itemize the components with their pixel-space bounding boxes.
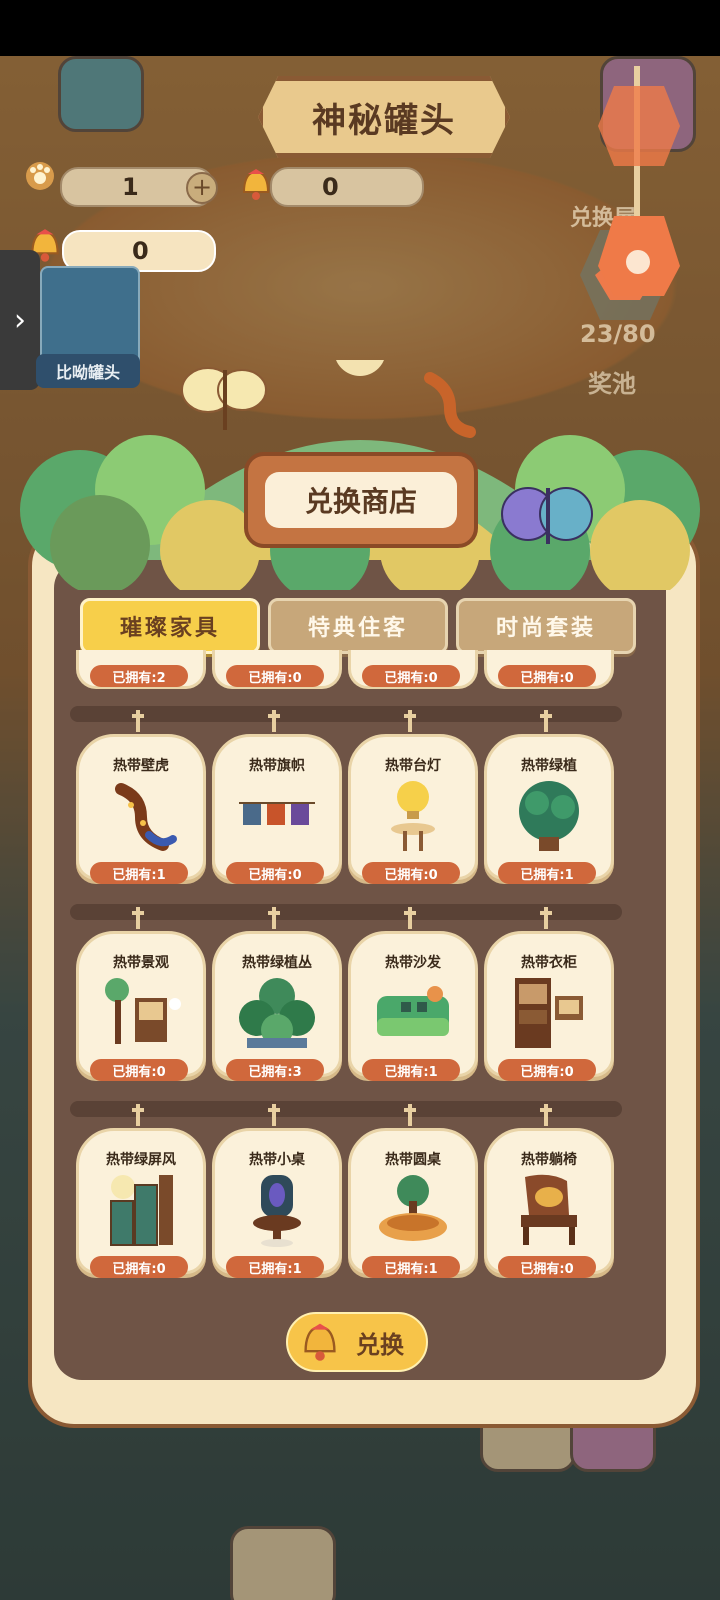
- item-card[interactable]: 热带躺椅: [484, 1128, 614, 1274]
- exchange-button-label: 兑换: [356, 1330, 404, 1359]
- hanging-hook-icon: [268, 1104, 280, 1126]
- owned-badge: 已拥有:1: [362, 1059, 460, 1081]
- owned-badge: 已拥有:0: [90, 1059, 188, 1081]
- item-name: 热带衣柜: [521, 955, 577, 971]
- hanging-tag-icon: [598, 66, 680, 296]
- tab-fashion-sets[interactable]: 时尚套装: [456, 598, 636, 654]
- lounge-chair-icon: [521, 1174, 577, 1245]
- hanging-hook-icon: [540, 907, 552, 929]
- bell-icon: [304, 1323, 336, 1361]
- item-card[interactable]: 热带台灯: [348, 734, 478, 880]
- owned-badge: 已拥有:0: [226, 665, 324, 687]
- hanging-hook-icon: [268, 710, 280, 732]
- tab-dazzling-furniture[interactable]: 璀璨家具: [80, 598, 260, 654]
- hanging-hook-icon: [132, 710, 144, 732]
- owned-badge: 已拥有:0: [226, 862, 324, 884]
- item-name: 热带绿植: [521, 758, 577, 774]
- butterfly-icon: [181, 367, 267, 430]
- item-card[interactable]: 热带衣柜: [484, 931, 614, 1077]
- shop-sign: 兑换商店: [244, 452, 478, 548]
- owned-badge: 已拥有:0: [362, 665, 460, 687]
- item-name: 热带台灯: [385, 758, 441, 774]
- plant-cluster-icon: [239, 978, 315, 1048]
- bell-counter: 0: [270, 167, 424, 207]
- exchange-button[interactable]: 兑换: [286, 1312, 428, 1372]
- lamp-icon: [391, 781, 435, 851]
- item-card[interactable]: 热带绿植: [484, 734, 614, 880]
- flag-bunting-icon: [239, 802, 315, 825]
- chevron-right-icon: ›: [14, 302, 26, 338]
- item-card[interactable]: 热带绿屏风: [76, 1128, 206, 1274]
- owned-badge: 已拥有:2: [90, 665, 188, 687]
- owned-badge: 已拥有:1: [90, 862, 188, 884]
- item-card[interactable]: 热带绿植丛: [212, 931, 342, 1077]
- owned-badge: 已拥有:0: [498, 1059, 596, 1081]
- owned-badge: 已拥有:0: [498, 665, 596, 687]
- hanging-hook-icon: [268, 907, 280, 929]
- owned-badge: 已拥有:1: [226, 1256, 324, 1278]
- landscape-icon: [105, 978, 181, 1044]
- screen-icon: [110, 1175, 173, 1246]
- sofa-icon: [377, 986, 449, 1036]
- bell-count: 0: [322, 173, 339, 201]
- owned-badge: 已拥有:0: [90, 1256, 188, 1278]
- owned-badge: 已拥有:0: [362, 862, 460, 884]
- item-name: 热带壁虎: [113, 758, 169, 774]
- hanging-hook-icon: [404, 907, 416, 929]
- owned-badge: 已拥有:1: [362, 1256, 460, 1278]
- tab-special-residents[interactable]: 特典住客: [268, 598, 448, 654]
- hanging-hook-icon: [132, 1104, 144, 1126]
- hanging-hook-icon: [132, 907, 144, 929]
- item-name: 热带景观: [113, 955, 169, 971]
- bell-balance-value: 0: [132, 237, 149, 265]
- round-table-icon: [379, 1175, 447, 1241]
- item-card[interactable]: 热带沙发: [348, 931, 478, 1077]
- wardrobe-icon: [515, 978, 583, 1048]
- small-table-icon: [253, 1175, 301, 1247]
- item-card[interactable]: 热带小桌: [212, 1128, 342, 1274]
- add-ticket-button[interactable]: +: [186, 172, 218, 204]
- paw-ticket-icon: [26, 162, 54, 190]
- plant-icon: [519, 781, 579, 851]
- item-card[interactable]: 热带圆桌: [348, 1128, 478, 1274]
- progress-text: 23/80: [580, 320, 656, 348]
- item-card[interactable]: 热带景观: [76, 931, 206, 1077]
- hanging-hook-icon: [404, 1104, 416, 1126]
- item-name: 热带绿植丛: [242, 955, 312, 971]
- item-name: 热带沙发: [385, 955, 441, 971]
- item-card[interactable]: 热带旗帜: [212, 734, 342, 880]
- hanging-hook-icon: [540, 710, 552, 732]
- item-name: 热带绿屏风: [106, 1152, 176, 1168]
- hanging-hook-icon: [404, 710, 416, 732]
- status-bar: [0, 0, 720, 56]
- ticket-count: 1: [122, 173, 139, 201]
- item-name: 热带旗帜: [249, 758, 305, 774]
- owned-badge: 已拥有:0: [498, 1256, 596, 1278]
- gecko-decoration-icon: [424, 372, 476, 438]
- gecko-icon: [115, 783, 177, 851]
- item-name: 热带躺椅: [521, 1152, 577, 1168]
- item-name: 热带圆桌: [385, 1152, 441, 1168]
- item-card[interactable]: 热带壁虎: [76, 734, 206, 880]
- butterfly-icon: [501, 487, 593, 544]
- shop-title: 兑换商店: [265, 472, 457, 528]
- page-title: 神秘罐头: [312, 100, 456, 141]
- item-name: 热带小桌: [249, 1152, 305, 1168]
- owned-badge: 已拥有:1: [498, 862, 596, 884]
- owned-badge: 已拥有:3: [226, 1059, 324, 1081]
- title-banner: 神秘罐头: [258, 76, 510, 158]
- hanging-hook-icon: [540, 1104, 552, 1126]
